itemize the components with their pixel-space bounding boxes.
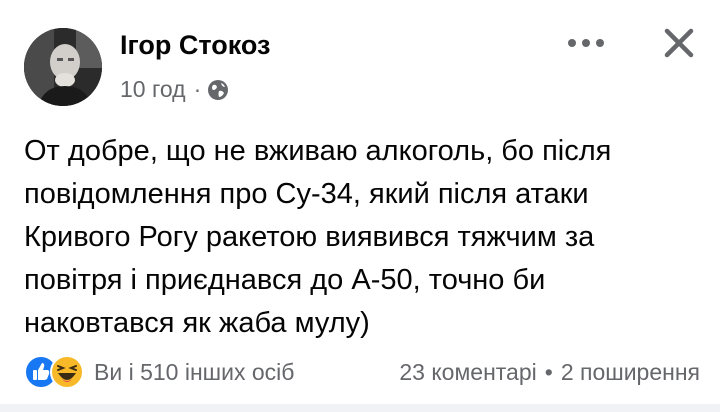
author-avatar[interactable] bbox=[24, 28, 102, 106]
post-footer: Ви і 510 інших осіб 23 коментарі • 2 пош… bbox=[24, 352, 700, 392]
post-text-line: Кривого Рогу ракетою виявився тяжчим за bbox=[24, 221, 595, 253]
stats-separator: • bbox=[544, 358, 553, 385]
reactions-count: Ви і 510 інших осіб bbox=[94, 358, 295, 385]
haha-icon bbox=[50, 355, 84, 389]
more-dots-icon bbox=[566, 35, 606, 53]
facebook-post: Ігор Стокоз 10 год · От добре, що не вжи… bbox=[0, 0, 720, 412]
globe-icon[interactable] bbox=[207, 79, 229, 101]
post-text-line: повітря і приєднався до А-50, точно би bbox=[24, 264, 546, 296]
more-options-button[interactable] bbox=[563, 26, 609, 62]
comments-count[interactable]: 23 коментарі bbox=[399, 359, 536, 386]
meta-separator: · bbox=[193, 76, 202, 102]
reactions-summary[interactable]: Ви і 510 інших осіб bbox=[24, 355, 294, 389]
author-name[interactable]: Ігор Стокоз bbox=[120, 30, 270, 61]
close-icon bbox=[663, 27, 695, 64]
post-text-line: От добре, що не вживаю алкоголь, бо післ… bbox=[24, 135, 612, 167]
engagement-stats: 23 коментарі • 2 поширення bbox=[399, 359, 700, 386]
post-body: От добре, що не вживаю алкоголь, бо післ… bbox=[24, 130, 700, 345]
shares-count[interactable]: 2 поширення bbox=[561, 359, 700, 386]
post-timestamp[interactable]: 10 год bbox=[120, 76, 186, 103]
post-text-line: повідомлення про Су-34, який після атаки bbox=[24, 178, 589, 210]
post-text-line: наковтався як жаба мулу) bbox=[24, 307, 370, 339]
post-meta: 10 год · bbox=[120, 76, 229, 103]
close-button[interactable] bbox=[656, 22, 702, 68]
post-divider bbox=[0, 404, 720, 412]
